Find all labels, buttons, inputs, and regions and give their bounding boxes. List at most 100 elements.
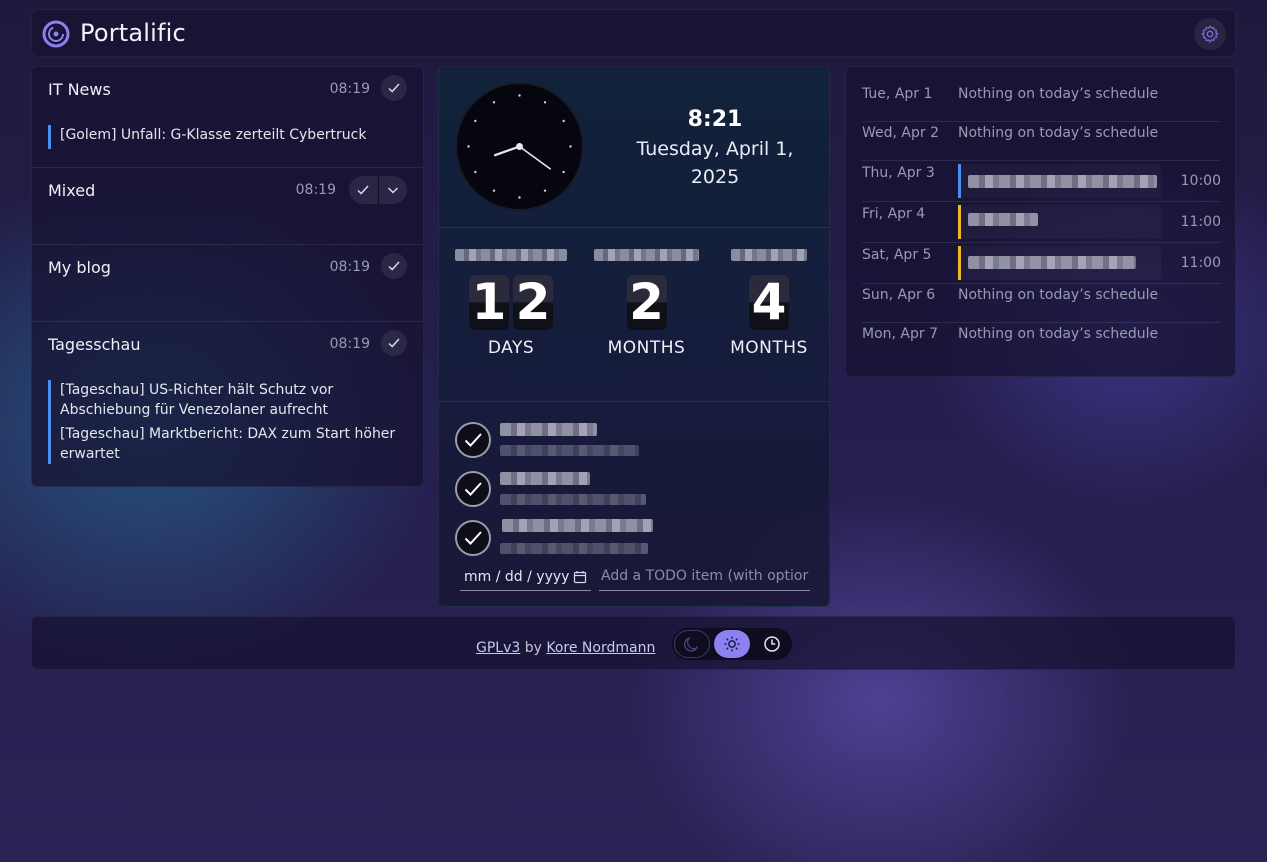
feed-title: Mixed bbox=[48, 181, 96, 200]
check-icon bbox=[388, 338, 400, 348]
countdown-1: 1 2 DAYS bbox=[455, 249, 567, 358]
clock-tick bbox=[562, 119, 565, 123]
countdown-2: 2 MONTHS bbox=[589, 249, 704, 358]
light-theme-button[interactable] bbox=[714, 630, 751, 658]
feed-my-blog: My blog 08:19 bbox=[32, 245, 423, 322]
blurred-todo-title bbox=[500, 423, 597, 436]
clock-center-pin bbox=[516, 143, 523, 150]
todo-item bbox=[455, 467, 815, 511]
calendar-day-row: Wed, Apr 2 Nothing on today’s schedule bbox=[862, 122, 1221, 161]
clock-tick bbox=[569, 145, 572, 148]
auto-theme-button[interactable] bbox=[754, 630, 790, 658]
calendar-icon[interactable] bbox=[573, 570, 587, 584]
news-list: [Golem] Unfall: G-Klasse zerteilt Cybert… bbox=[48, 125, 407, 149]
clock-tick bbox=[467, 145, 470, 148]
calendar-event[interactable] bbox=[958, 205, 1161, 239]
feed-time: 08:19 bbox=[329, 81, 370, 97]
todo-date-input[interactable]: mm / dd / yyyy bbox=[460, 563, 591, 591]
calendar-day-label: Sun, Apr 6 bbox=[862, 287, 936, 303]
settings-button[interactable] bbox=[1194, 18, 1226, 50]
mark-read-button[interactable] bbox=[381, 330, 407, 356]
check-icon bbox=[357, 185, 369, 195]
author-link[interactable]: Kore Nordmann bbox=[546, 640, 655, 656]
clock-face bbox=[467, 94, 572, 199]
current-date: Tuesday, April 1, 2025 bbox=[636, 138, 794, 188]
todo-complete-toggle[interactable] bbox=[455, 471, 491, 507]
feed-time: 08:19 bbox=[329, 336, 370, 352]
news-item-link[interactable]: [Tageschau] Marktbericht: DAX zum Start … bbox=[60, 424, 407, 464]
blurred-todo-title bbox=[500, 472, 590, 485]
clock-tick bbox=[492, 189, 496, 192]
calendar-event-time: 11:00 bbox=[1180, 255, 1221, 271]
countdown-unit: DAYS bbox=[487, 338, 535, 358]
feed-title: My blog bbox=[48, 258, 111, 277]
blurred-countdown-label bbox=[455, 249, 567, 261]
news-item-link[interactable]: [Tageschau] US-Richter hält Schutz vor A… bbox=[60, 380, 407, 420]
header-bar: Portalific bbox=[31, 9, 1236, 57]
calendar-day-row: Sat, Apr 5 11:00 bbox=[862, 243, 1221, 284]
expand-button[interactable] bbox=[379, 176, 408, 204]
todo-text-input[interactable]: Add a TODO item (with optior bbox=[599, 563, 810, 591]
blurred-event-title bbox=[968, 256, 1136, 269]
calendar-day-row: Tue, Apr 1 Nothing on today’s schedule bbox=[862, 82, 1221, 122]
calendar-event[interactable] bbox=[958, 246, 1161, 280]
calendar-day-row: Sun, Apr 6 Nothing on today’s schedule bbox=[862, 284, 1221, 323]
feed-title: Tagesschau bbox=[48, 335, 141, 354]
portalific-logo-icon bbox=[42, 20, 70, 48]
dashboard-center-panel: 8:21 Tuesday, April 1, 2025 1 2 DAYS 2 M… bbox=[438, 66, 830, 607]
blurred-todo-title bbox=[502, 519, 653, 532]
footer-bar: GPLv3 by Kore Nordmann bbox=[31, 616, 1236, 670]
feeds-panel: IT News 08:19 [Golem] Unfall: G-Klasse z… bbox=[31, 66, 424, 487]
todo-complete-toggle[interactable] bbox=[455, 520, 491, 556]
chevron-down-icon bbox=[387, 187, 398, 194]
clock-minute-hand bbox=[518, 145, 552, 170]
blurred-event-title bbox=[968, 213, 1038, 226]
section-divider bbox=[439, 401, 829, 402]
check-icon bbox=[388, 261, 400, 271]
license-link[interactable]: GPLv3 bbox=[476, 640, 520, 656]
calendar-day-label: Wed, Apr 2 bbox=[862, 125, 939, 141]
mark-read-button[interactable] bbox=[381, 75, 407, 101]
app-title: Portalific bbox=[80, 19, 186, 47]
mark-read-button[interactable] bbox=[349, 176, 378, 204]
section-divider bbox=[439, 227, 829, 228]
countdown-digit: 2 bbox=[626, 275, 667, 330]
analog-clock bbox=[455, 82, 584, 211]
mark-read-button[interactable] bbox=[381, 253, 407, 279]
clock-tick bbox=[474, 170, 477, 174]
calendar-empty-text: Nothing on today’s schedule bbox=[958, 125, 1159, 141]
calendar-event[interactable] bbox=[958, 164, 1161, 198]
clock-tick bbox=[492, 101, 496, 104]
countdown-digits: 4 bbox=[725, 275, 813, 330]
check-icon bbox=[464, 531, 482, 545]
calendar-empty-text: Nothing on today’s schedule bbox=[958, 86, 1159, 102]
footer-by: by bbox=[524, 640, 542, 656]
countdown-unit: MONTHS bbox=[730, 338, 808, 358]
news-item-link[interactable]: [Golem] Unfall: G-Klasse zerteilt Cybert… bbox=[60, 125, 407, 145]
calendar-event-time: 10:00 bbox=[1180, 173, 1221, 189]
calendar-empty-text: Nothing on today’s schedule bbox=[958, 326, 1159, 342]
calendar-day-label: Thu, Apr 3 bbox=[862, 165, 935, 181]
countdown-unit: MONTHS bbox=[607, 338, 686, 358]
feed-time: 08:19 bbox=[329, 259, 370, 275]
blurred-todo-date bbox=[500, 445, 639, 456]
theme-switcher bbox=[672, 628, 792, 660]
check-icon bbox=[388, 83, 400, 93]
mark-read-split-button bbox=[349, 176, 407, 204]
countdown-3: 4 MONTHS bbox=[725, 249, 813, 358]
todo-complete-toggle[interactable] bbox=[455, 422, 491, 458]
dark-theme-button[interactable] bbox=[674, 630, 711, 658]
feed-time: 08:19 bbox=[295, 182, 336, 198]
calendar-empty-text: Nothing on today’s schedule bbox=[958, 287, 1159, 303]
calendar-day-label: Sat, Apr 5 bbox=[862, 247, 932, 263]
countdown-digit: 4 bbox=[749, 275, 789, 330]
calendar-day-row: Fri, Apr 4 11:00 bbox=[862, 202, 1221, 243]
calendar-event-time: 11:00 bbox=[1180, 214, 1221, 230]
countdown-digits: 1 2 bbox=[455, 275, 567, 330]
blurred-todo-date bbox=[500, 494, 646, 505]
calendar-day-row: Thu, Apr 3 10:00 bbox=[862, 161, 1221, 202]
calendar-day-label: Fri, Apr 4 bbox=[862, 206, 926, 222]
check-icon bbox=[464, 433, 482, 447]
feed-mixed: Mixed 08:19 bbox=[32, 168, 423, 245]
countdown-digit: 2 bbox=[513, 275, 553, 330]
